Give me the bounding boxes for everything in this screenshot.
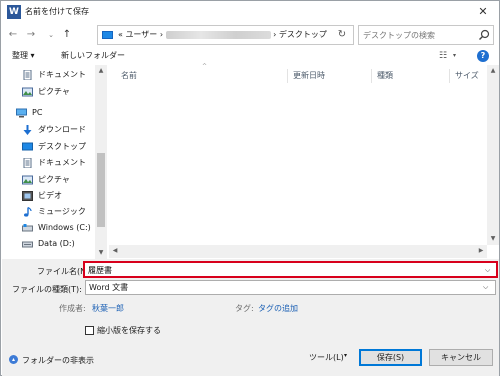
hide-folders-button[interactable]: フォルダーの非表示 — [22, 355, 94, 366]
redacted-username — [165, 30, 271, 39]
video-icon — [22, 191, 33, 201]
nav-item-label: ピクチャ — [38, 87, 70, 96]
nav-item-label: ピクチャ — [38, 175, 70, 184]
save-thumbnail-checkbox[interactable] — [85, 326, 94, 335]
column-header-size[interactable]: サイズ — [455, 70, 479, 81]
nav-item-label: Windows (C:) — [38, 223, 91, 232]
tags-label: タグ: — [235, 304, 254, 313]
column-divider[interactable] — [449, 69, 450, 83]
filetype-dropdown-icon[interactable]: ⌵ — [483, 281, 488, 294]
save-as-dialog: W 名前を付けて保存 ✕ ← → ⌄ ↑ « ユーザー › › デスクトップ ⌵… — [0, 0, 500, 376]
file-list-horizontal-scrollbar[interactable]: ◀ ▶ — [109, 245, 487, 258]
scroll-left-icon[interactable]: ◀ — [109, 245, 121, 257]
search-box[interactable] — [358, 25, 494, 45]
address-dropdown-icon[interactable]: ⌵ — [316, 26, 328, 44]
picture-icon — [22, 87, 33, 97]
column-header-type[interactable]: 種類 — [377, 70, 393, 81]
filename-input[interactable] — [88, 264, 478, 276]
view-dropdown-icon[interactable]: ▾ — [453, 50, 456, 62]
nav-item-label: ミュージック — [38, 207, 86, 216]
desktop-icon — [22, 142, 33, 151]
save-thumbnail-label[interactable]: 縮小版を保存する — [97, 325, 161, 336]
help-icon[interactable]: ? — [477, 50, 489, 62]
cancel-button[interactable]: キャンセル — [429, 349, 493, 366]
nav-item-label: PC — [32, 108, 43, 117]
computer-icon — [102, 31, 113, 39]
address-bar[interactable]: « ユーザー › › デスクトップ ⌵ ↻ — [97, 25, 354, 45]
drive-icon — [22, 224, 33, 232]
author-label: 作成者: — [59, 304, 86, 313]
scroll-right-icon[interactable]: ▶ — [475, 245, 487, 257]
computer-icon — [16, 108, 27, 118]
recent-locations-button[interactable]: ⌄ — [45, 27, 57, 43]
word-app-icon: W — [7, 5, 21, 19]
column-divider[interactable] — [371, 69, 372, 83]
sort-ascending-icon: ^ — [202, 63, 208, 70]
document-icon — [23, 70, 32, 80]
command-bar: 整理 ▾ 新しいフォルダー ☷ ▾ ? — [1, 47, 499, 65]
organize-button[interactable]: 整理 ▾ — [12, 47, 35, 65]
filetype-select[interactable]: Word 文書 ⌵ — [85, 280, 496, 295]
up-button[interactable]: ↑ — [61, 27, 73, 43]
close-button[interactable]: ✕ — [471, 3, 495, 21]
refresh-icon[interactable]: ↻ — [335, 26, 349, 44]
tools-button[interactable]: ツール(L) — [309, 352, 344, 363]
tags-value[interactable]: タグの追加 — [258, 303, 298, 314]
nav-item-label: ドキュメント — [38, 70, 86, 79]
forward-button[interactable]: → — [25, 27, 37, 43]
music-icon — [24, 207, 32, 217]
filename-field[interactable]: ⌵ — [83, 261, 498, 278]
navigation-pane: ドキュメント ピクチャ PC ダウンロード デスクトップ ドキュメント ピクチャ — [2, 65, 108, 259]
nav-item-label: ビデオ — [38, 191, 62, 200]
column-header-name[interactable]: 名前 — [121, 70, 137, 81]
title-bar: W 名前を付けて保存 ✕ — [1, 1, 499, 23]
document-icon — [23, 158, 32, 168]
back-button[interactable]: ← — [7, 27, 19, 43]
breadcrumb-prefix[interactable]: « ユーザー › — [118, 30, 163, 39]
drive-icon — [22, 241, 33, 248]
search-icon[interactable] — [477, 28, 491, 42]
scroll-down-icon[interactable]: ▼ — [95, 247, 107, 259]
new-folder-button[interactable]: 新しいフォルダー — [61, 47, 125, 65]
breadcrumb[interactable]: « ユーザー › › デスクトップ — [118, 26, 327, 44]
filename-dropdown-icon[interactable]: ⌵ — [485, 264, 490, 276]
scroll-up-icon[interactable]: ▲ — [487, 65, 499, 77]
save-button[interactable]: 保存(S) — [359, 349, 422, 366]
nav-item-label: ダウンロード — [38, 125, 86, 134]
scroll-down-icon[interactable]: ▼ — [487, 233, 499, 245]
column-divider[interactable] — [287, 69, 288, 83]
nav-scroll-thumb[interactable] — [97, 153, 105, 227]
tools-dropdown-icon[interactable]: ▾ — [344, 352, 347, 359]
nav-item-label: Data (D:) — [38, 239, 75, 248]
download-icon — [23, 125, 32, 135]
file-list[interactable]: ^ 名前 更新日時 種類 サイズ — [109, 63, 487, 245]
window-title: 名前を付けて保存 — [25, 7, 89, 16]
author-value[interactable]: 秋葉一郎 — [92, 303, 124, 314]
scroll-up-icon[interactable]: ▲ — [95, 65, 107, 77]
nav-scrollbar[interactable]: ▲ ▼ — [95, 65, 107, 259]
filetype-label: ファイルの種類(T): — [12, 285, 82, 294]
search-input[interactable] — [363, 28, 475, 42]
file-list-vertical-scrollbar[interactable]: ▲ ▼ — [487, 65, 499, 245]
view-options-icon[interactable]: ☷ — [439, 50, 453, 62]
collapse-icon[interactable]: ▴ — [9, 355, 18, 364]
nav-item-label: ドキュメント — [38, 158, 86, 167]
picture-icon — [22, 175, 33, 185]
filetype-value: Word 文書 — [89, 283, 129, 292]
column-header-modified[interactable]: 更新日時 — [293, 70, 325, 81]
nav-item-label: デスクトップ — [38, 142, 86, 151]
